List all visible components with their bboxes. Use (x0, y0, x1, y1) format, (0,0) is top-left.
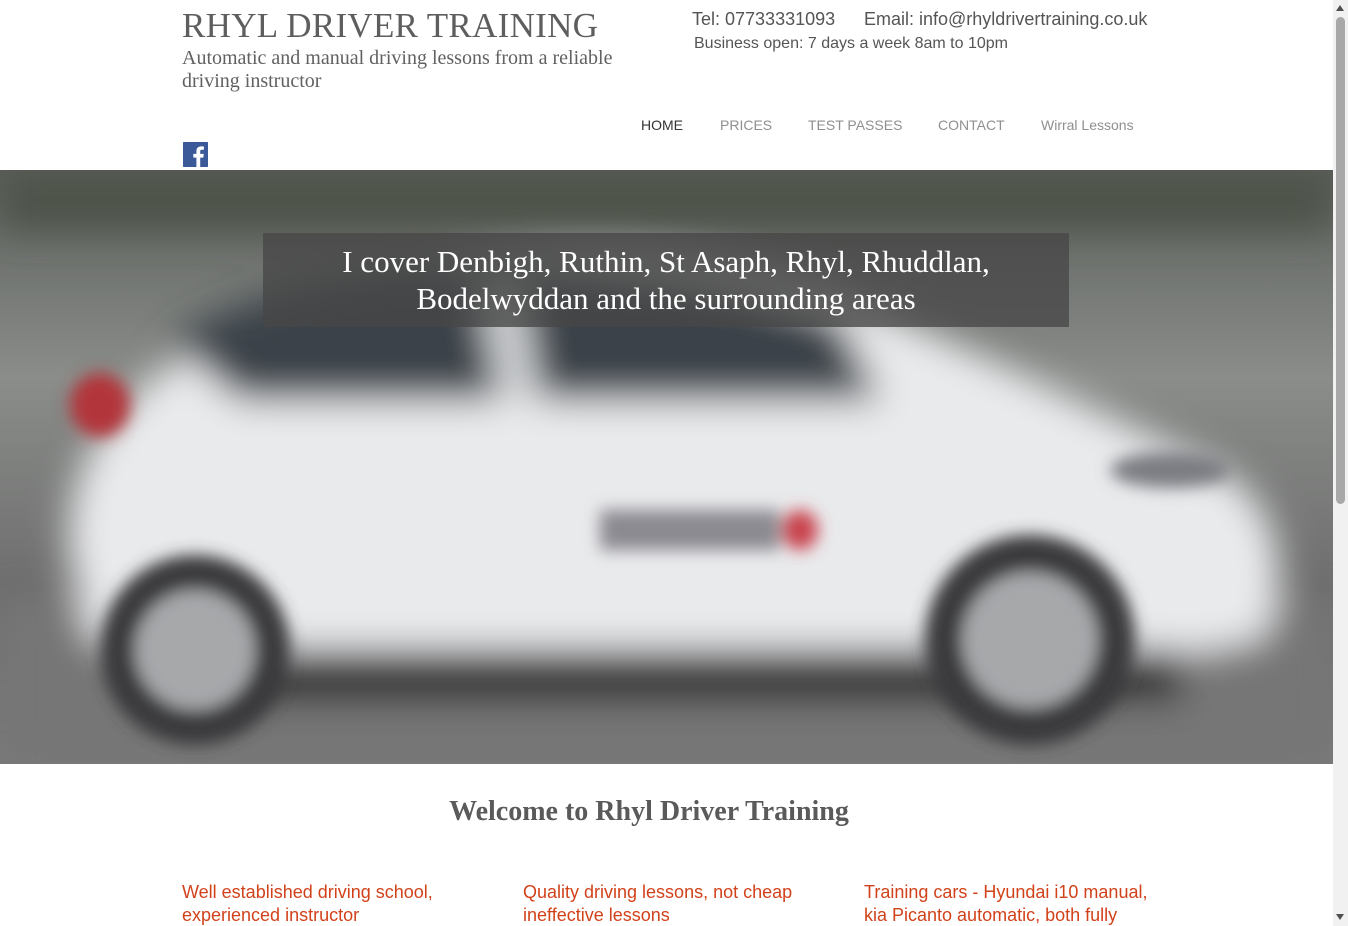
hero-caption-text: I cover Denbigh, Ruthin, St Asaph, Rhyl,… (342, 244, 990, 316)
email-address: Email: info@rhyldrivertraining.co.uk (864, 9, 1148, 29)
nav-item-prices[interactable]: PRICES (720, 117, 772, 133)
nav-item-wirral-lessons[interactable]: Wirral Lessons (1041, 117, 1134, 133)
facebook-icon[interactable] (183, 142, 208, 167)
nav-item-home[interactable]: HOME (641, 117, 683, 133)
scroll-thumb[interactable] (1336, 17, 1345, 504)
site-title[interactable]: RHYL DRIVER TRAINING (182, 6, 598, 46)
business-hours: Business open: 7 days a week 8am to 10pm (694, 35, 1008, 52)
site-tagline: Automatic and manual driving lessons fro… (182, 47, 613, 92)
welcome-heading: Welcome to Rhyl Driver Training (449, 796, 849, 827)
nav-item-contact[interactable]: CONTACT (938, 117, 1005, 133)
hero-caption: I cover Denbigh, Ruthin, St Asaph, Rhyl,… (263, 233, 1069, 327)
scroll-down-arrow-icon[interactable] (1336, 914, 1344, 920)
hero-banner: I cover Denbigh, Ruthin, St Asaph, Rhyl,… (0, 170, 1333, 764)
main-nav: HOME PRICES TEST PASSES CONTACT Wirral L… (0, 117, 1348, 137)
vertical-scrollbar[interactable] (1333, 0, 1348, 926)
feature-training-cars: Training cars - Hyundai i10 manual, kia … (864, 882, 1148, 925)
telephone-number: Tel: 07733331093 (692, 9, 836, 29)
feature-quality: Quality driving lessons, not cheap ineff… (523, 882, 793, 925)
scroll-up-arrow-icon[interactable] (1336, 5, 1344, 11)
nav-item-test-passes[interactable]: TEST PASSES (808, 117, 902, 133)
feature-established: Well established driving school, experie… (182, 882, 433, 925)
